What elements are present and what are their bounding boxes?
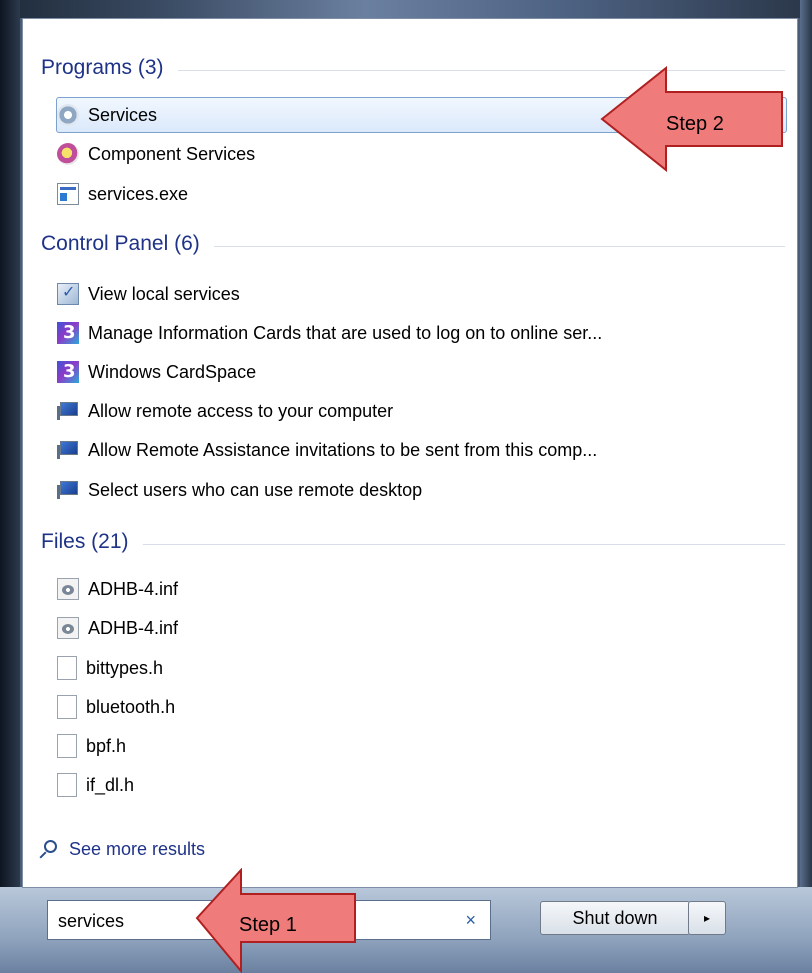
clear-search-icon[interactable]: ×	[465, 910, 476, 931]
result-label: ADHB-4.inf	[88, 578, 179, 599]
result-label: Services	[88, 104, 158, 125]
section-header-control-panel: Control Panel (6)	[41, 229, 785, 259]
result-label: View local services	[88, 283, 240, 304]
file-icon	[57, 773, 77, 797]
section-title: Files (21)	[41, 530, 129, 553]
result-item-windows-cardspace[interactable]: Windows CardSpace	[57, 355, 787, 389]
result-label: bpf.h	[86, 735, 127, 756]
remote-icon	[57, 439, 79, 461]
section-divider	[142, 543, 785, 545]
result-item-allow-remote-assistance[interactable]: Allow Remote Assistance invitations to b…	[57, 433, 787, 467]
remote-icon	[57, 400, 79, 422]
result-label: ADHB-4.inf	[88, 617, 179, 638]
section-header-files: Files (21)	[41, 527, 785, 557]
remote-icon	[57, 479, 79, 501]
file-icon	[57, 656, 77, 680]
result-item-file[interactable]: bpf.h	[57, 729, 787, 763]
file-icon	[57, 695, 77, 719]
result-item-services-exe[interactable]: services.exe	[57, 177, 787, 211]
result-label: Manage Information Cards that are used t…	[88, 322, 603, 343]
section-title: Control Panel (6)	[41, 232, 200, 255]
view-services-icon	[57, 282, 79, 305]
magnifier-icon	[39, 839, 59, 860]
step-2-label: Step 2	[666, 113, 724, 135]
see-more-label: See more results	[69, 839, 206, 859]
result-label: bluetooth.h	[86, 696, 176, 717]
result-item-allow-remote-access[interactable]: Allow remote access to your computer	[57, 394, 787, 428]
section-title: Programs (3)	[41, 56, 164, 79]
result-label: Windows CardSpace	[88, 361, 257, 382]
file-icon	[57, 734, 77, 758]
result-item-file[interactable]: bittypes.h	[57, 651, 787, 685]
result-item-manage-information-cards[interactable]: Manage Information Cards that are used t…	[57, 316, 787, 350]
exe-icon	[57, 183, 79, 205]
result-item-file[interactable]: bluetooth.h	[57, 690, 787, 724]
result-label: Allow remote access to your computer	[88, 400, 394, 421]
result-label: if_dl.h	[86, 774, 135, 795]
result-item-file[interactable]: if_dl.h	[57, 768, 787, 802]
chevron-right-icon: ▸	[703, 911, 711, 925]
section-divider	[213, 245, 785, 247]
shut-down-button[interactable]: Shut down	[540, 901, 690, 935]
result-item-file[interactable]: ADHB-4.inf	[57, 611, 787, 645]
step-1-label: Step 1	[239, 914, 297, 936]
window-left-frame	[0, 0, 20, 973]
result-item-file[interactable]: ADHB-4.inf	[57, 572, 787, 606]
shut-down-options-button[interactable]: ▸	[688, 901, 726, 935]
inf-file-icon	[57, 578, 79, 600]
result-label: Allow Remote Assistance invitations to b…	[88, 439, 598, 460]
cardspace-icon	[57, 361, 79, 383]
component-services-icon	[57, 143, 79, 165]
window-top-frame	[0, 0, 812, 18]
step-2-callout-arrow: Step 2	[600, 66, 783, 172]
result-item-select-remote-users[interactable]: Select users who can use remote desktop	[57, 473, 787, 507]
inf-file-icon	[57, 617, 79, 639]
result-label: services.exe	[88, 183, 189, 204]
result-label: Component Services	[88, 143, 256, 164]
window-right-frame	[800, 0, 812, 973]
cardspace-icon	[57, 322, 79, 344]
result-label: Select users who can use remote desktop	[88, 479, 423, 500]
step-1-callout-arrow: Step 1	[195, 868, 356, 973]
services-gear-icon	[57, 104, 79, 126]
see-more-results-link[interactable]: See more results	[39, 839, 205, 860]
result-item-view-local-services[interactable]: View local services	[57, 277, 787, 311]
result-label: bittypes.h	[86, 657, 164, 678]
